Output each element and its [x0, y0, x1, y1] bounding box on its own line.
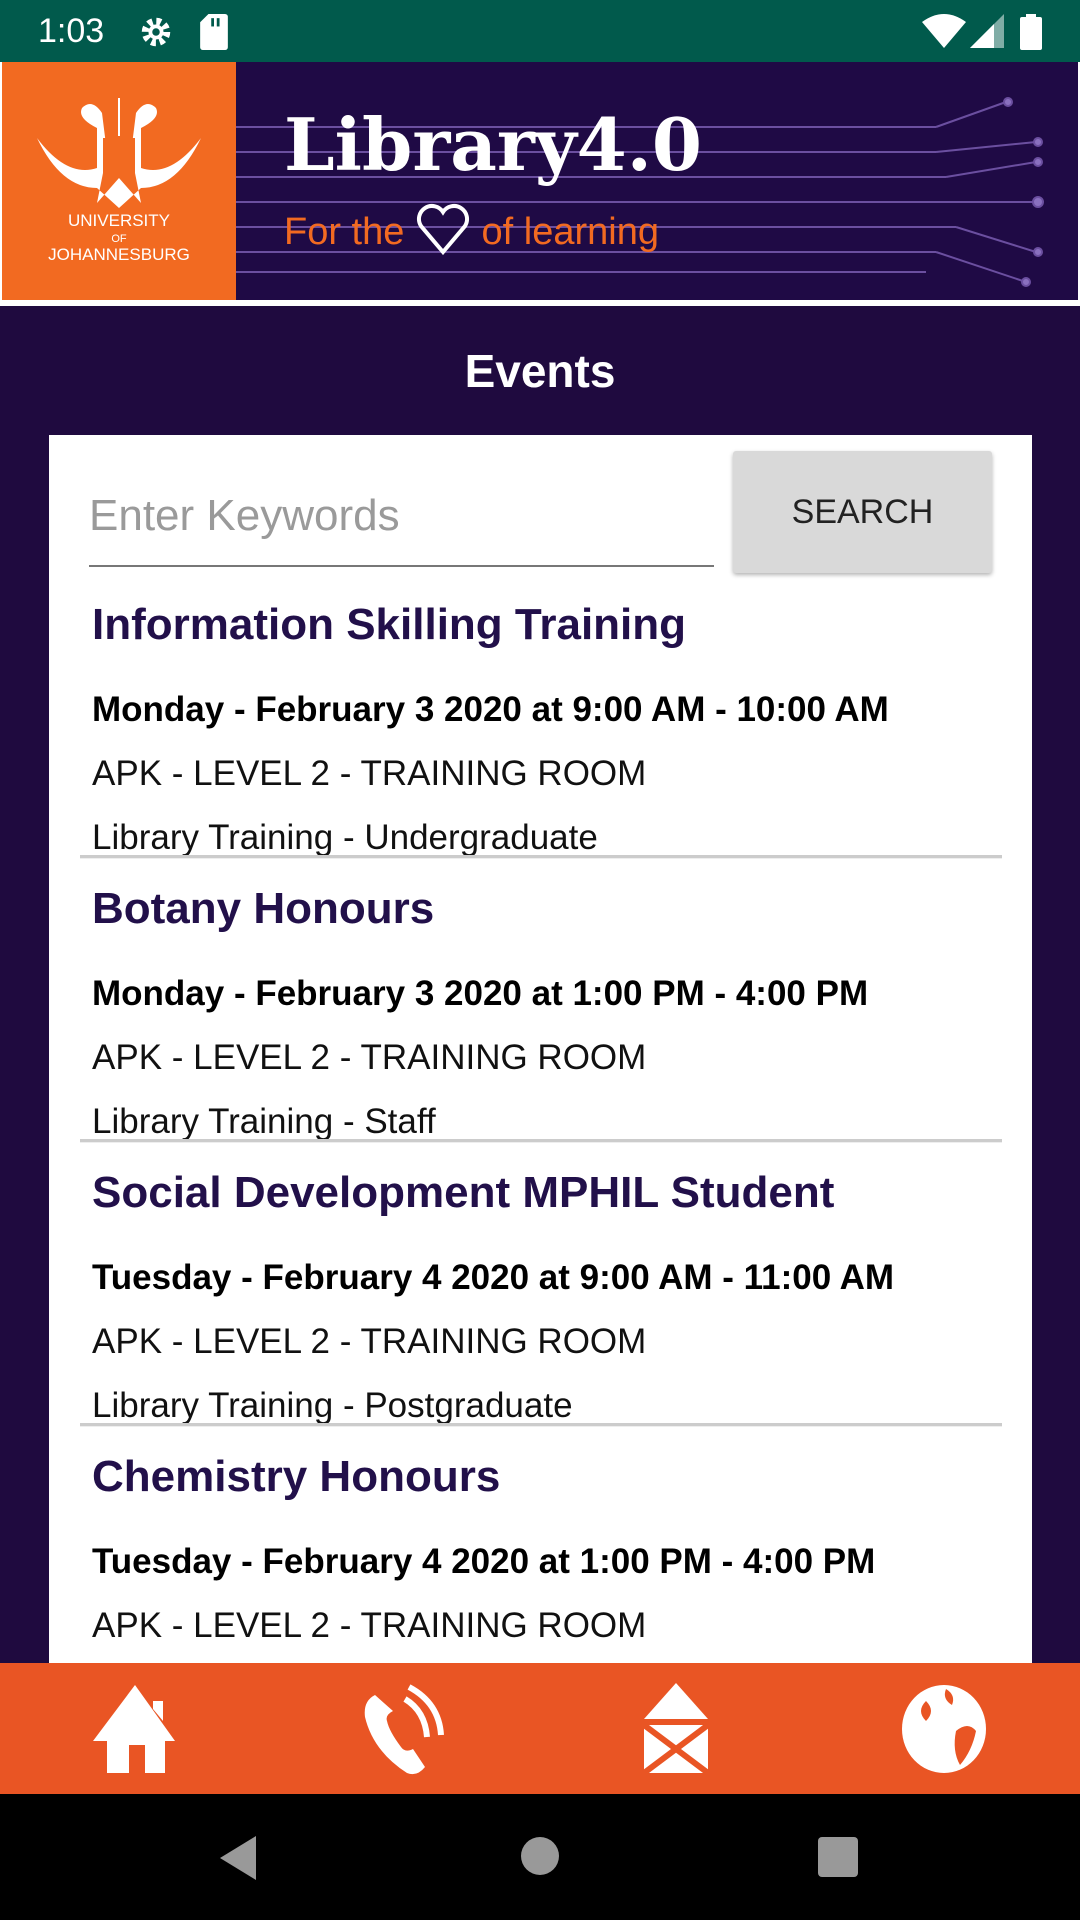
library-banner: UNIVERSITY OF JOHANNESBURG Library4.0 Fo…	[0, 62, 1080, 306]
page-title: Events	[464, 345, 616, 397]
system-nav-bar	[0, 1794, 1080, 1920]
event-category: Library Training - Staff	[92, 1102, 436, 1141]
divider	[80, 1139, 1002, 1143]
event-list-item[interactable]: Chemistry Honours Tuesday - February 4 20…	[49, 1452, 1032, 1663]
event-location: APK - LEVEL 2 - TRAINING ROOM	[92, 1322, 647, 1361]
event-list-item[interactable]: Botany Honours Monday - February 3 2020 a…	[49, 884, 1032, 1168]
tagline-part-2: of learning	[481, 211, 659, 253]
event-title: Information Skilling Training	[92, 600, 687, 649]
divider	[80, 855, 1002, 859]
event-category: Library Training - Undergraduate	[92, 818, 598, 857]
logo-text-johannesburg: JOHANNESBURG	[48, 245, 190, 264]
logo-text-university: UNIVERSITY	[67, 211, 171, 230]
home-nav-icon[interactable]	[520, 1836, 560, 1876]
events-card: Enter Keywords SEARCH Information Skilli…	[49, 435, 1032, 1663]
event-datetime: Monday - February 3 2020 at 9:00 AM - 10…	[92, 690, 889, 729]
event-title: Chemistry Honours	[92, 1452, 501, 1501]
signal-icon	[970, 14, 1004, 48]
battery-icon	[1020, 14, 1042, 50]
university-logo: UNIVERSITY OF JOHANNESBURG	[2, 62, 236, 300]
event-category: Library Training - Postgraduate	[92, 1386, 573, 1425]
brand-title: Library4.0	[284, 102, 702, 187]
back-icon[interactable]	[218, 1836, 258, 1880]
home-icon[interactable]	[87, 1681, 183, 1777]
wifi-icon	[922, 14, 966, 48]
search-button[interactable]: SEARCH	[733, 451, 992, 573]
clock: 1:03	[38, 12, 105, 50]
heart-icon	[416, 204, 469, 256]
divider	[80, 1423, 1002, 1427]
event-title: Botany Honours	[92, 884, 435, 933]
event-datetime: Monday - February 3 2020 at 1:00 PM - 4:…	[92, 974, 869, 1013]
uj-crest-icon	[37, 98, 201, 208]
phone-icon[interactable]	[355, 1681, 451, 1777]
bottom-nav	[0, 1663, 1080, 1794]
settings-icon	[141, 17, 171, 47]
event-datetime: Tuesday - February 4 2020 at 1:00 PM - 4…	[92, 1542, 876, 1581]
sd-card-icon	[200, 14, 228, 50]
event-location: APK - LEVEL 2 - TRAINING ROOM	[92, 754, 647, 793]
keywords-input[interactable]: Enter Keywords	[89, 485, 714, 567]
event-list-item[interactable]: Information Skilling Training Monday - Fe…	[49, 600, 1032, 884]
tagline-part-1: For the	[284, 211, 405, 253]
status-bar: 1:03	[0, 0, 1080, 62]
event-location: APK - LEVEL 2 - TRAINING ROOM	[92, 1606, 647, 1645]
event-list-item[interactable]: Social Development MPHIL Student Tuesday …	[49, 1168, 1032, 1452]
brand-tagline: For the of learning	[284, 202, 659, 256]
event-title: Social Development MPHIL Student	[92, 1168, 835, 1217]
mail-icon[interactable]	[628, 1681, 724, 1777]
event-datetime: Tuesday - February 4 2020 at 9:00 AM - 1…	[92, 1258, 895, 1297]
globe-icon[interactable]	[896, 1681, 992, 1777]
event-location: APK - LEVEL 2 - TRAINING ROOM	[92, 1038, 647, 1077]
recents-icon[interactable]	[818, 1837, 858, 1877]
